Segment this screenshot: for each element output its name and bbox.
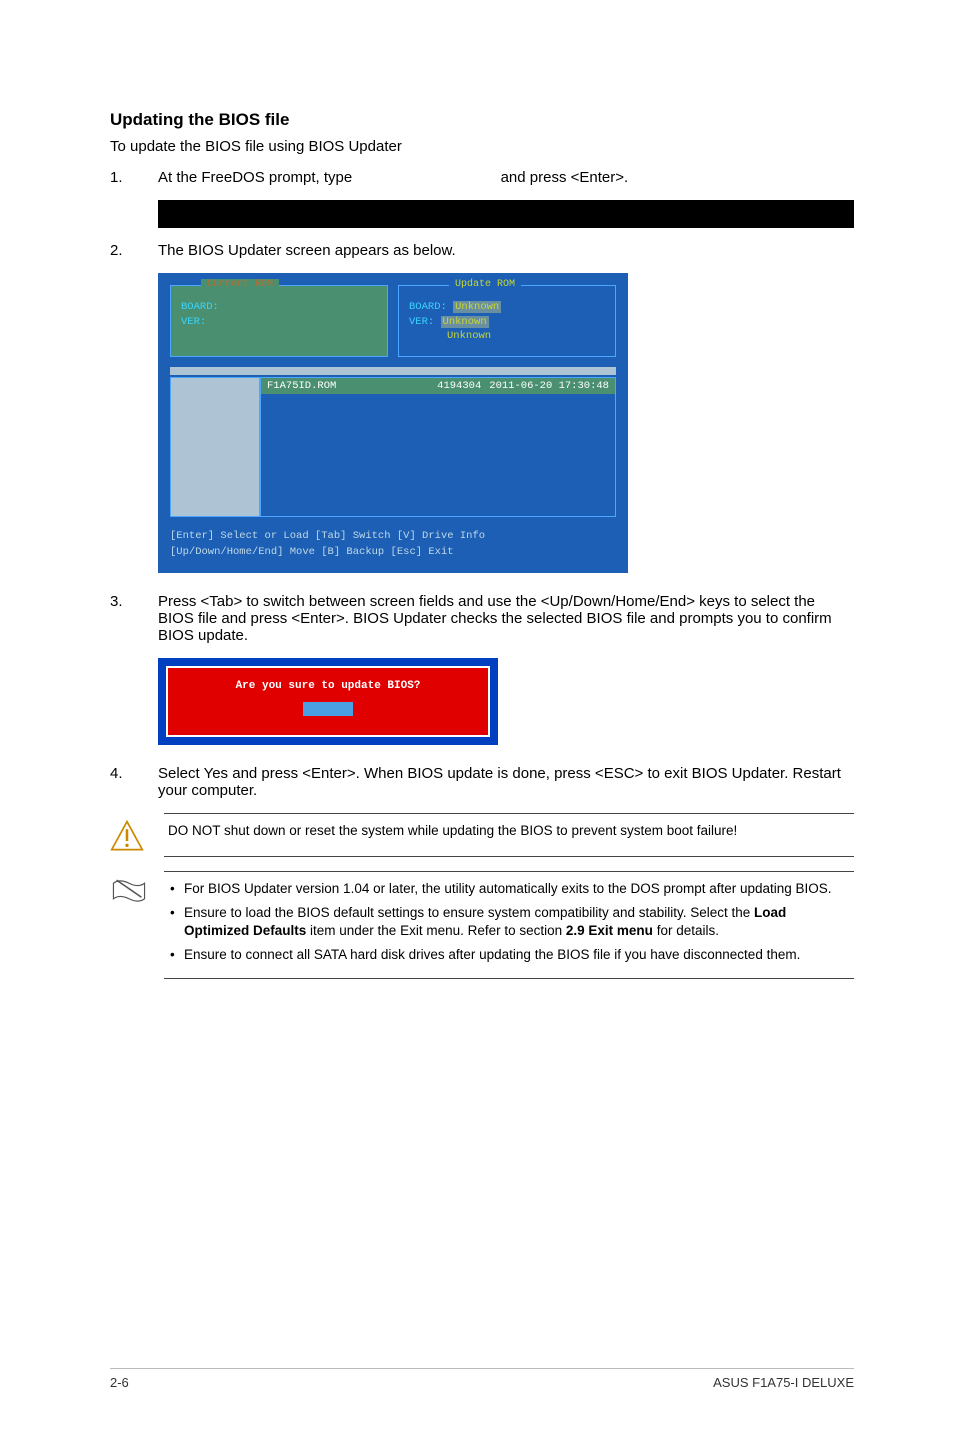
file-datetime: 2011-06-20 17:30:48 (489, 380, 609, 392)
bios-footer-keys: [Enter] Select or Load [Tab] Switch [V] … (170, 529, 616, 561)
step-list: 1. At the FreeDOS prompt, type and press… (110, 169, 854, 186)
list-item: 3. Press <Tab> to switch between screen … (110, 593, 854, 644)
yes-button-highlight (303, 702, 353, 716)
step-text: At the FreeDOS prompt, type and press <E… (158, 169, 854, 186)
command-black-bar (158, 200, 854, 228)
intro-text: To update the BIOS file using BIOS Updat… (110, 138, 854, 155)
bios-updater-screenshot: Current ROM BOARD: VER: Update ROM BOARD… (158, 273, 628, 573)
note-item: Ensure to connect all SATA hard disk dri… (168, 946, 850, 964)
page-footer: 2-6 ASUS F1A75-I DELUXE (110, 1368, 854, 1390)
unknown-value: Unknown (447, 330, 491, 342)
list-item: 1. At the FreeDOS prompt, type and press… (110, 169, 854, 186)
file-size: 4194304 (437, 380, 481, 392)
update-rom-legend: Update ROM (449, 279, 521, 290)
file-row: F1A75ID.ROM 4194304 2011-06-20 17:30:48 (261, 378, 615, 394)
note2-mid: item under the Exit menu. Refer to secti… (306, 923, 566, 938)
note2-pre: Ensure to load the BIOS default settings… (184, 905, 754, 920)
ver-label: VER: (409, 316, 434, 328)
current-rom-legend: Current ROM (201, 279, 279, 290)
note2-bold2: 2.9 Exit menu (566, 923, 653, 938)
warning-callout: DO NOT shut down or reset the system whi… (110, 813, 854, 857)
divider (170, 367, 616, 375)
warning-icon (110, 813, 164, 857)
step-number: 1. (110, 169, 158, 186)
step-text: The BIOS Updater screen appears as below… (158, 242, 854, 259)
ver-label: VER: (181, 316, 206, 328)
file-area: F1A75ID.ROM 4194304 2011-06-20 17:30:48 (170, 377, 616, 517)
step-list: 4. Select Yes and press <Enter>. When BI… (110, 765, 854, 799)
step1-pre: At the FreeDOS prompt, type (158, 169, 352, 186)
section-heading: Updating the BIOS file (110, 110, 854, 130)
file-left-panel (170, 377, 260, 517)
product-name: ASUS F1A75-I DELUXE (713, 1375, 854, 1390)
note-item: For BIOS Updater version 1.04 or later, … (168, 880, 850, 898)
note-icon (110, 871, 164, 980)
step-number: 3. (110, 593, 158, 644)
current-rom-panel: Current ROM BOARD: VER: (170, 285, 388, 357)
board-label: BOARD: (181, 301, 219, 313)
unknown-value: Unknown (453, 301, 501, 313)
confirm-question: Are you sure to update BIOS? (178, 680, 478, 692)
file-list-panel: F1A75ID.ROM 4194304 2011-06-20 17:30:48 (260, 377, 616, 517)
note-callout: For BIOS Updater version 1.04 or later, … (110, 871, 854, 980)
list-item: 4. Select Yes and press <Enter>. When BI… (110, 765, 854, 799)
footer-line-1: [Enter] Select or Load [Tab] Switch [V] … (170, 529, 616, 545)
note2-post: for details. (653, 923, 719, 938)
board-label: BOARD: (409, 301, 447, 313)
step-number: 2. (110, 242, 158, 259)
step1-post: and press <Enter>. (501, 169, 629, 186)
note-body: For BIOS Updater version 1.04 or later, … (164, 871, 854, 980)
footer-line-2: [Up/Down/Home/End] Move [B] Backup [Esc]… (170, 545, 616, 561)
confirm-dialog-screenshot: Are you sure to update BIOS? (158, 658, 498, 745)
step-list: 2. The BIOS Updater screen appears as be… (110, 242, 854, 259)
file-name: F1A75ID.ROM (267, 380, 437, 392)
update-rom-panel: Update ROM BOARD: Unknown VER: Unknown U… (398, 285, 616, 357)
warning-text: DO NOT shut down or reset the system whi… (164, 813, 854, 857)
note-item: Ensure to load the BIOS default settings… (168, 904, 850, 940)
step-number: 4. (110, 765, 158, 799)
list-item: 2. The BIOS Updater screen appears as be… (110, 242, 854, 259)
step-list: 3. Press <Tab> to switch between screen … (110, 593, 854, 644)
step-text: Press <Tab> to switch between screen fie… (158, 593, 854, 644)
page-number: 2-6 (110, 1375, 129, 1390)
confirm-inner: Are you sure to update BIOS? (166, 666, 490, 737)
unknown-value: Unknown (441, 316, 489, 328)
step-text: Select Yes and press <Enter>. When BIOS … (158, 765, 854, 799)
